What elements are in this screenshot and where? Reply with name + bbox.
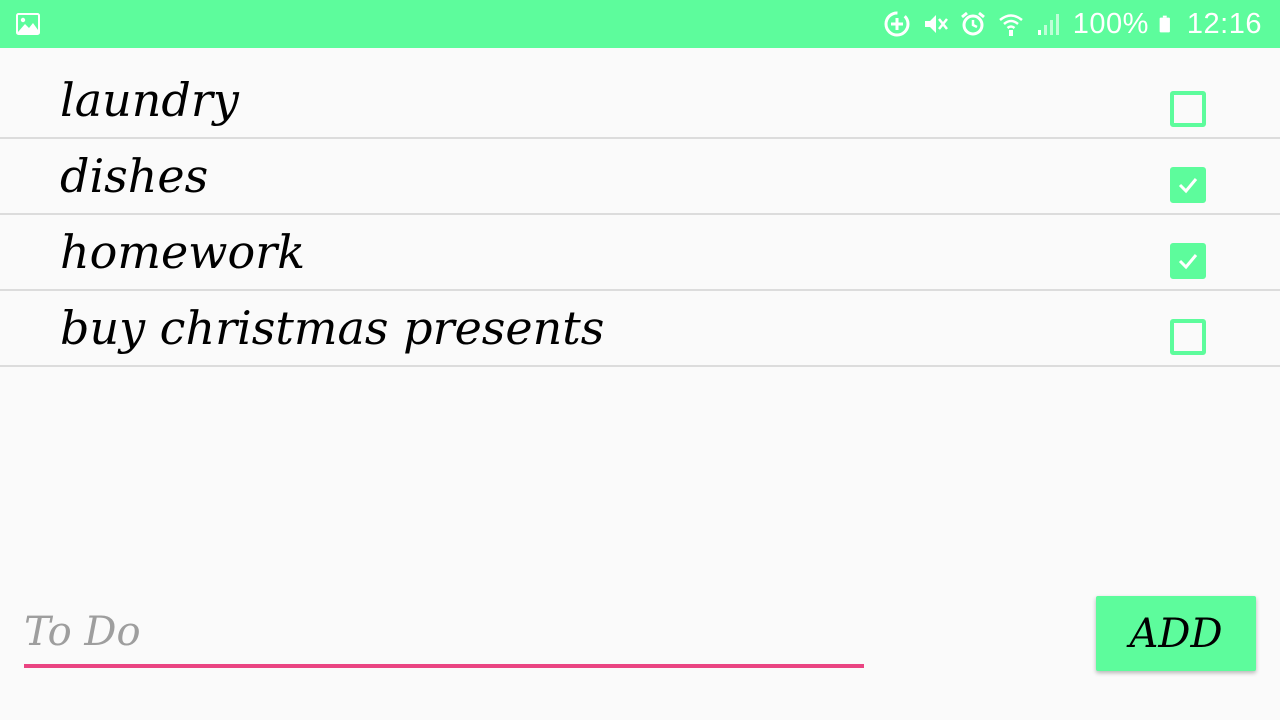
todo-label: laundry: [60, 73, 239, 127]
vibrate-mute-icon: [924, 15, 948, 33]
todo-checkbox[interactable]: [1170, 167, 1206, 203]
todo-item: dishes: [0, 139, 1280, 215]
todo-checkbox[interactable]: [1170, 319, 1206, 355]
todo-item: homework: [0, 215, 1280, 291]
battery-icon: [1159, 15, 1170, 33]
add-button[interactable]: ADD: [1096, 596, 1256, 671]
todo-input[interactable]: [24, 600, 864, 668]
alarm-icon: [960, 11, 985, 36]
todo-item: laundry: [0, 63, 1280, 139]
todo-checkbox[interactable]: [1170, 91, 1206, 127]
status-icons: 100% 12:16: [883, 0, 1262, 48]
checkmark-icon: [1178, 254, 1198, 270]
todo-label: dishes: [60, 149, 209, 203]
checkmark-icon: [1178, 178, 1198, 194]
wifi-icon: [998, 14, 1023, 36]
data-saver-icon: [884, 11, 910, 37]
todo-checkbox[interactable]: [1170, 243, 1206, 279]
todo-label: buy christmas presents: [60, 301, 605, 355]
cell-signal-icon: [1037, 14, 1059, 35]
battery-percentage: 100%: [1072, 7, 1149, 40]
status-bar: 100% 12:16: [0, 0, 1280, 48]
clock: 12:16: [1186, 7, 1262, 40]
image-notification-icon: [16, 13, 40, 35]
todo-label: homework: [60, 225, 306, 279]
todo-item: buy christmas presents: [0, 291, 1280, 367]
todo-list: laundry dishes homework buy christmas pr…: [0, 63, 1280, 367]
